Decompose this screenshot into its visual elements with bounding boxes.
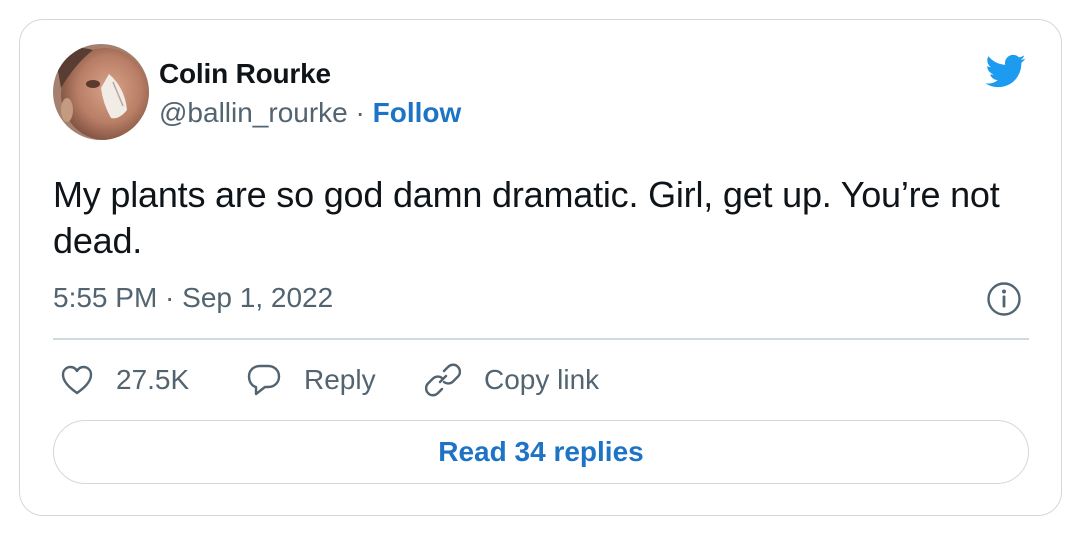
read-replies-button[interactable]: Read 34 replies xyxy=(53,420,1029,484)
author-handle-row: @ballin_rourke · Follow xyxy=(159,97,461,129)
divider xyxy=(53,338,1029,340)
heart-icon xyxy=(61,365,93,395)
tweet-text: My plants are so god damn dramatic. Girl… xyxy=(53,174,1000,261)
reply-bubble-icon xyxy=(247,364,281,396)
copy-link-button[interactable]: Copy link xyxy=(424,360,599,400)
handle-separator: · xyxy=(355,97,365,128)
tweet-timestamp[interactable]: 5:55 PM · Sep 1, 2022 xyxy=(53,282,333,314)
reply-label: Reply xyxy=(304,364,376,395)
copy-link-label: Copy link xyxy=(484,364,600,395)
author-name[interactable]: Colin Rourke xyxy=(159,58,331,90)
follow-button[interactable]: Follow xyxy=(373,97,462,128)
author-handle[interactable]: @ballin_rourke xyxy=(159,97,348,128)
like-count: 27.5K xyxy=(116,364,190,395)
reply-button[interactable]: Reply xyxy=(246,360,376,400)
info-icon[interactable] xyxy=(986,281,1022,317)
like-button[interactable]: 27.5K xyxy=(60,360,189,400)
link-icon xyxy=(424,363,462,397)
avatar[interactable] xyxy=(53,44,149,140)
twitter-bird-icon[interactable] xyxy=(980,50,1030,92)
